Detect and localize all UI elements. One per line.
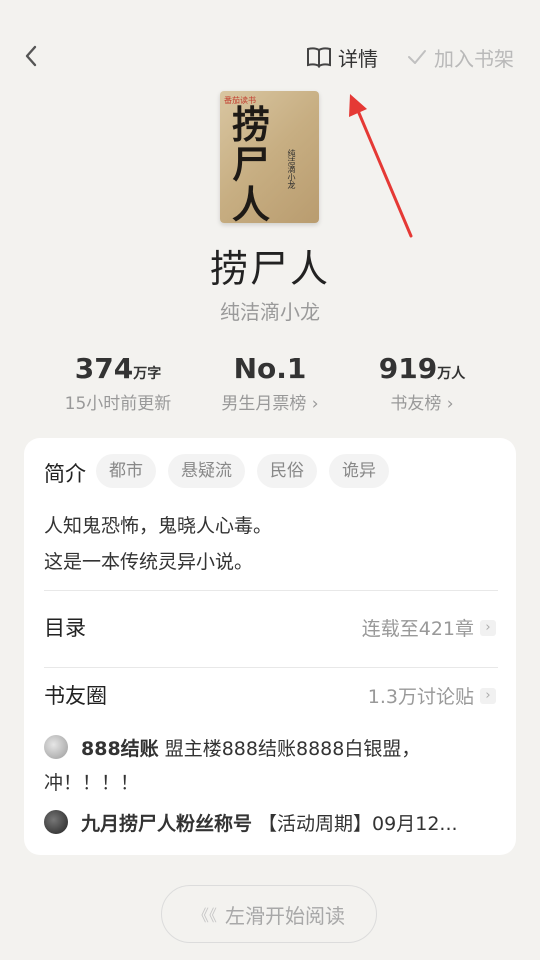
circle-post[interactable]: 888结账 盟主楼888结账8888白银盟， 冲！！！！ <box>44 732 504 800</box>
chevron-right-icon: › <box>480 619 496 636</box>
tag-item[interactable]: 都市 <box>96 454 156 488</box>
book-cover[interactable]: 番茄读书 捞尸人 纯洁滴小龙 <box>220 91 319 223</box>
tag-list: 都市 悬疑流 民俗 诡异 <box>96 454 389 488</box>
chevron-left-icon <box>25 45 37 67</box>
circle-label: 书友圈 <box>44 684 107 708</box>
cover-author: 纯洁滴小龙 <box>287 149 296 189</box>
circle-count: 1.3万讨论贴 › <box>368 682 496 709</box>
tag-item[interactable]: 诡异 <box>329 454 389 488</box>
back-button[interactable] <box>18 42 46 70</box>
word-count-unit: 万字 <box>133 366 162 382</box>
cover-calligraphy-title: 捞尸人 <box>232 102 271 224</box>
reader-rank-caption: 书友榜 › <box>390 394 454 414</box>
tag-item[interactable]: 悬疑流 <box>168 454 245 488</box>
toc-status: 连载至421章 › <box>362 614 496 641</box>
post-text-continued: 冲！！！！ <box>44 772 140 794</box>
circle-count-text: 1.3万讨论贴 <box>367 686 474 708</box>
toc-label: 目录 <box>44 616 86 640</box>
intro-label: 简介 <box>44 462 86 486</box>
reader-count-value: 919 <box>378 352 438 385</box>
add-to-shelf-button[interactable]: 加入书架 <box>406 42 514 72</box>
chevron-right-icon: › <box>480 687 496 704</box>
toc-status-text: 连载至421章 <box>361 618 474 640</box>
double-chevron-left-icon: 《《 <box>192 906 217 925</box>
book-open-icon <box>307 47 331 68</box>
book-description[interactable]: 人知鬼恐怖，鬼晓人心毒。 这是一本传统灵异小说。 <box>44 508 272 580</box>
annotation-arrow-icon <box>349 94 413 238</box>
checkmark-icon <box>408 50 426 64</box>
post-author: 九月捞尸人粉丝称号 <box>81 813 253 835</box>
add-shelf-label: 加入书架 <box>434 46 514 71</box>
book-info-card: 简介 都市 悬疑流 民俗 诡异 人知鬼恐怖，鬼晓人心毒。 这是一本传统灵异小说。… <box>24 438 516 855</box>
circle-post[interactable]: 九月捞尸人粉丝称号 【活动周期】09月12... <box>44 807 504 841</box>
reader-rank[interactable]: 919万人 书友榜 › <box>332 352 512 414</box>
book-author[interactable]: 纯洁滴小龙 <box>0 296 540 325</box>
reader-count-unit: 万人 <box>437 366 466 382</box>
post-text: 【活动周期】09月12... <box>252 813 458 835</box>
post-author: 888结账 <box>81 738 159 760</box>
start-reading-button[interactable]: 《《 左滑开始阅读 <box>161 885 377 943</box>
word-count-value: 374 <box>74 352 134 385</box>
divider <box>44 590 498 591</box>
book-title: 捞尸人 <box>209 247 330 291</box>
description-line: 这是一本传统灵异小说。 <box>44 551 254 573</box>
rank-value: No.1 <box>233 352 307 385</box>
start-reading-label: 左滑开始阅读 <box>225 903 345 928</box>
detail-button[interactable]: 详情 <box>306 42 378 72</box>
description-line: 人知鬼恐怖，鬼晓人心毒。 <box>44 515 273 537</box>
divider <box>44 667 498 668</box>
tag-item[interactable]: 民俗 <box>257 454 317 488</box>
detail-label: 详情 <box>338 46 378 71</box>
post-text: 盟主楼888结账8888白银盟， <box>158 738 421 760</box>
